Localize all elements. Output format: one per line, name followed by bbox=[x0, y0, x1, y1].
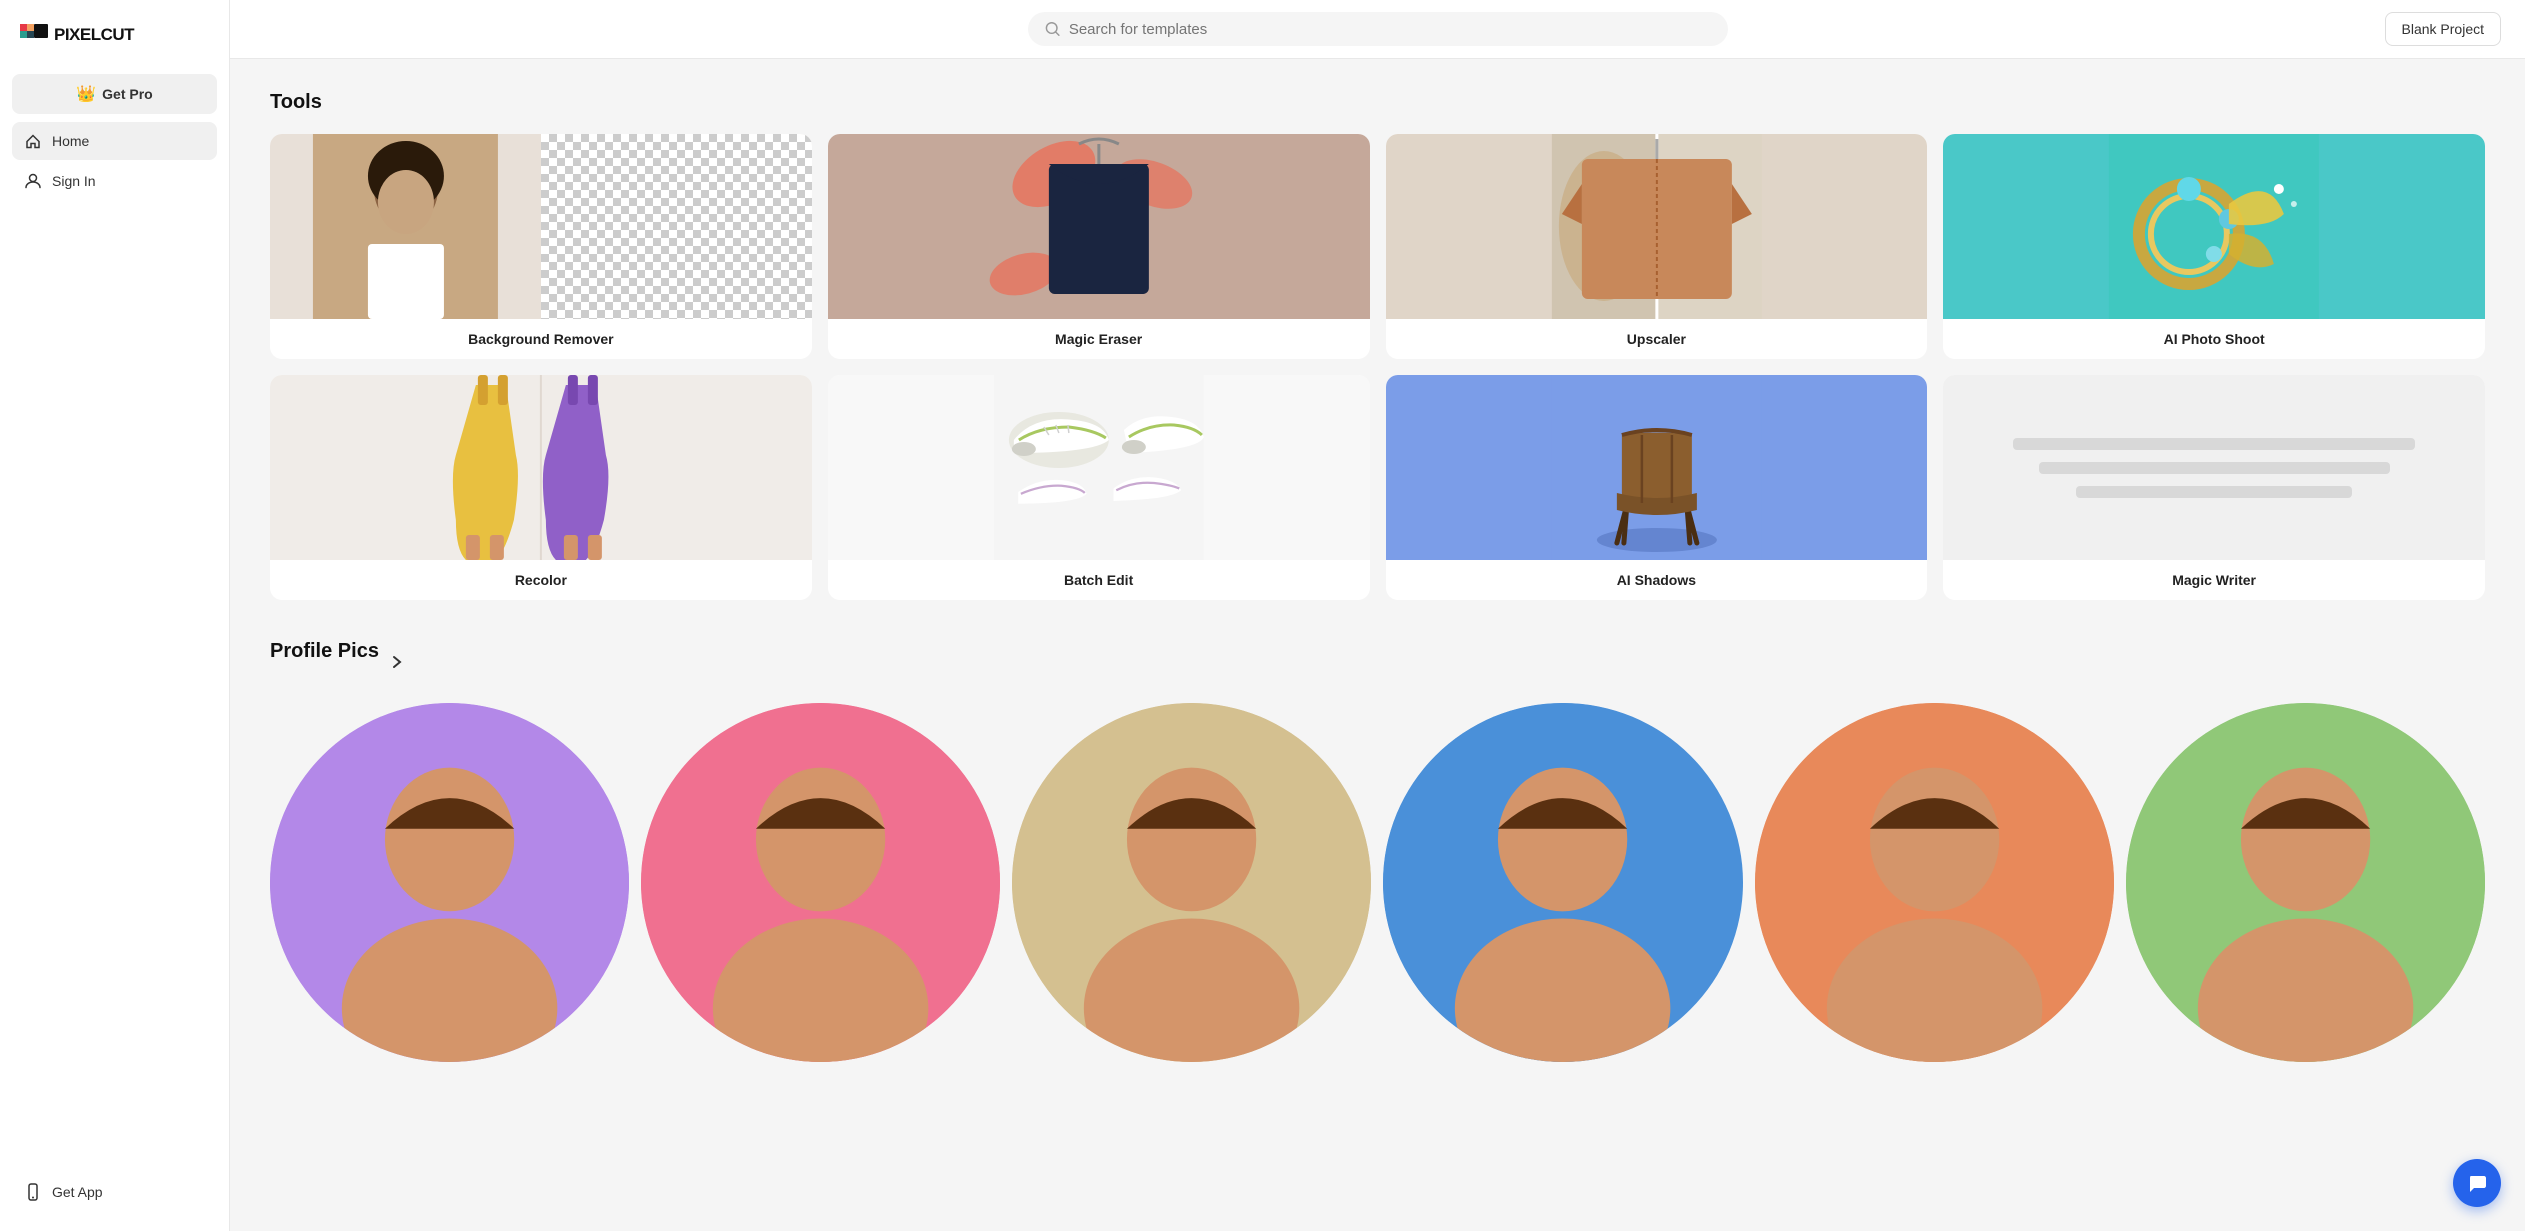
bg-remover-label: Background Remover bbox=[270, 319, 812, 359]
batch-edit-image bbox=[828, 375, 1370, 560]
ai-shadows-image bbox=[1386, 375, 1928, 560]
content-area: Tools bbox=[230, 59, 2525, 1094]
text-line-1 bbox=[2013, 438, 2414, 450]
sidebar-item-get-app[interactable]: Get App bbox=[12, 1173, 217, 1211]
magic-writer-thumbnail bbox=[1943, 375, 2485, 560]
logo-icon bbox=[20, 24, 48, 46]
home-icon bbox=[24, 132, 42, 150]
ai-shadows-label: AI Shadows bbox=[1386, 560, 1928, 600]
get-app-label: Get App bbox=[52, 1184, 103, 1200]
home-label: Home bbox=[52, 133, 89, 149]
phone-icon bbox=[24, 1183, 42, 1201]
upscaler-image bbox=[1386, 134, 1928, 319]
chat-icon bbox=[2466, 1172, 2488, 1194]
search-icon bbox=[1044, 20, 1061, 38]
recolor-label: Recolor bbox=[270, 560, 812, 600]
main-content: Blank Project Tools bbox=[230, 0, 2525, 1231]
logo-text: PIXELCUT bbox=[54, 25, 134, 45]
recolor-image bbox=[270, 375, 812, 560]
tool-card-recolor[interactable]: Recolor bbox=[270, 375, 812, 600]
tool-card-ai-shadows[interactable]: AI Shadows bbox=[1386, 375, 1928, 600]
tool-card-magic-writer[interactable]: Magic Writer bbox=[1943, 375, 2485, 600]
person-image bbox=[270, 134, 541, 319]
sidebar-bottom: Get App bbox=[12, 1173, 217, 1211]
logo: PIXELCUT bbox=[12, 20, 217, 50]
profile-pic-image-1 bbox=[270, 703, 629, 1062]
sign-in-label: Sign In bbox=[52, 173, 96, 189]
batch-edit-thumbnail bbox=[828, 375, 1370, 560]
ai-photo-thumbnail bbox=[1943, 134, 2485, 319]
profile-pics-grid bbox=[270, 703, 2485, 1062]
tool-card-ai-photo-shoot[interactable]: AI Photo Shoot bbox=[1943, 134, 2485, 359]
sidebar-item-sign-in[interactable]: Sign In bbox=[12, 162, 217, 200]
upscaler-label: Upscaler bbox=[1386, 319, 1928, 359]
profile-pic-1[interactable] bbox=[270, 703, 629, 1062]
checker-pattern bbox=[541, 134, 812, 319]
ai-photo-image bbox=[1943, 134, 2485, 319]
tools-section-title: Tools bbox=[270, 91, 2485, 114]
tool-card-upscaler[interactable]: Upscaler bbox=[1386, 134, 1928, 359]
profile-pics-header: Profile Pics bbox=[270, 640, 2485, 683]
crown-icon: 👑 bbox=[76, 84, 96, 104]
tools-grid: Background Remover bbox=[270, 134, 2485, 600]
profile-pic-image-2 bbox=[641, 703, 1000, 1062]
profile-pic-image-4 bbox=[1383, 703, 1742, 1062]
sidebar-item-home[interactable]: Home bbox=[12, 122, 217, 160]
magic-eraser-image bbox=[828, 134, 1370, 319]
tool-card-background-remover[interactable]: Background Remover bbox=[270, 134, 812, 359]
magic-writer-label: Magic Writer bbox=[1943, 560, 2485, 600]
profile-pic-3[interactable] bbox=[1012, 703, 1371, 1062]
profile-pic-6[interactable] bbox=[2126, 703, 2485, 1062]
magic-eraser-label: Magic Eraser bbox=[828, 319, 1370, 359]
chat-button[interactable] bbox=[2453, 1159, 2501, 1207]
sidebar: PIXELCUT 👑 Get Pro Home Sign In bbox=[0, 0, 230, 1231]
upscaler-thumbnail bbox=[1386, 134, 1928, 319]
text-line-3 bbox=[2076, 486, 2352, 498]
profile-pics-title: Profile Pics bbox=[270, 640, 379, 663]
ai-shadows-thumbnail bbox=[1386, 375, 1928, 560]
recolor-thumbnail bbox=[270, 375, 812, 560]
get-pro-button[interactable]: 👑 Get Pro bbox=[12, 74, 217, 114]
tool-card-magic-eraser[interactable]: Magic Eraser bbox=[828, 134, 1370, 359]
profile-pic-4[interactable] bbox=[1383, 703, 1742, 1062]
tool-card-batch-edit[interactable]: Batch Edit bbox=[828, 375, 1370, 600]
batch-edit-label: Batch Edit bbox=[828, 560, 1370, 600]
header: Blank Project bbox=[230, 0, 2525, 59]
profile-pic-image-5 bbox=[1755, 703, 2114, 1062]
profile-pic-image-3 bbox=[1012, 703, 1371, 1062]
profile-pic-5[interactable] bbox=[1755, 703, 2114, 1062]
blank-project-button[interactable]: Blank Project bbox=[2385, 12, 2501, 46]
text-line-2 bbox=[2039, 462, 2390, 474]
chevron-right-icon bbox=[387, 652, 407, 672]
search-bar[interactable] bbox=[1028, 12, 1728, 46]
bg-remover-thumbnail bbox=[270, 134, 812, 319]
person-icon bbox=[24, 172, 42, 190]
ai-photo-label: AI Photo Shoot bbox=[1943, 319, 2485, 359]
profile-pic-image-6 bbox=[2126, 703, 2485, 1062]
profile-pic-2[interactable] bbox=[641, 703, 1000, 1062]
magic-eraser-thumbnail bbox=[828, 134, 1370, 319]
search-input[interactable] bbox=[1069, 21, 1712, 38]
